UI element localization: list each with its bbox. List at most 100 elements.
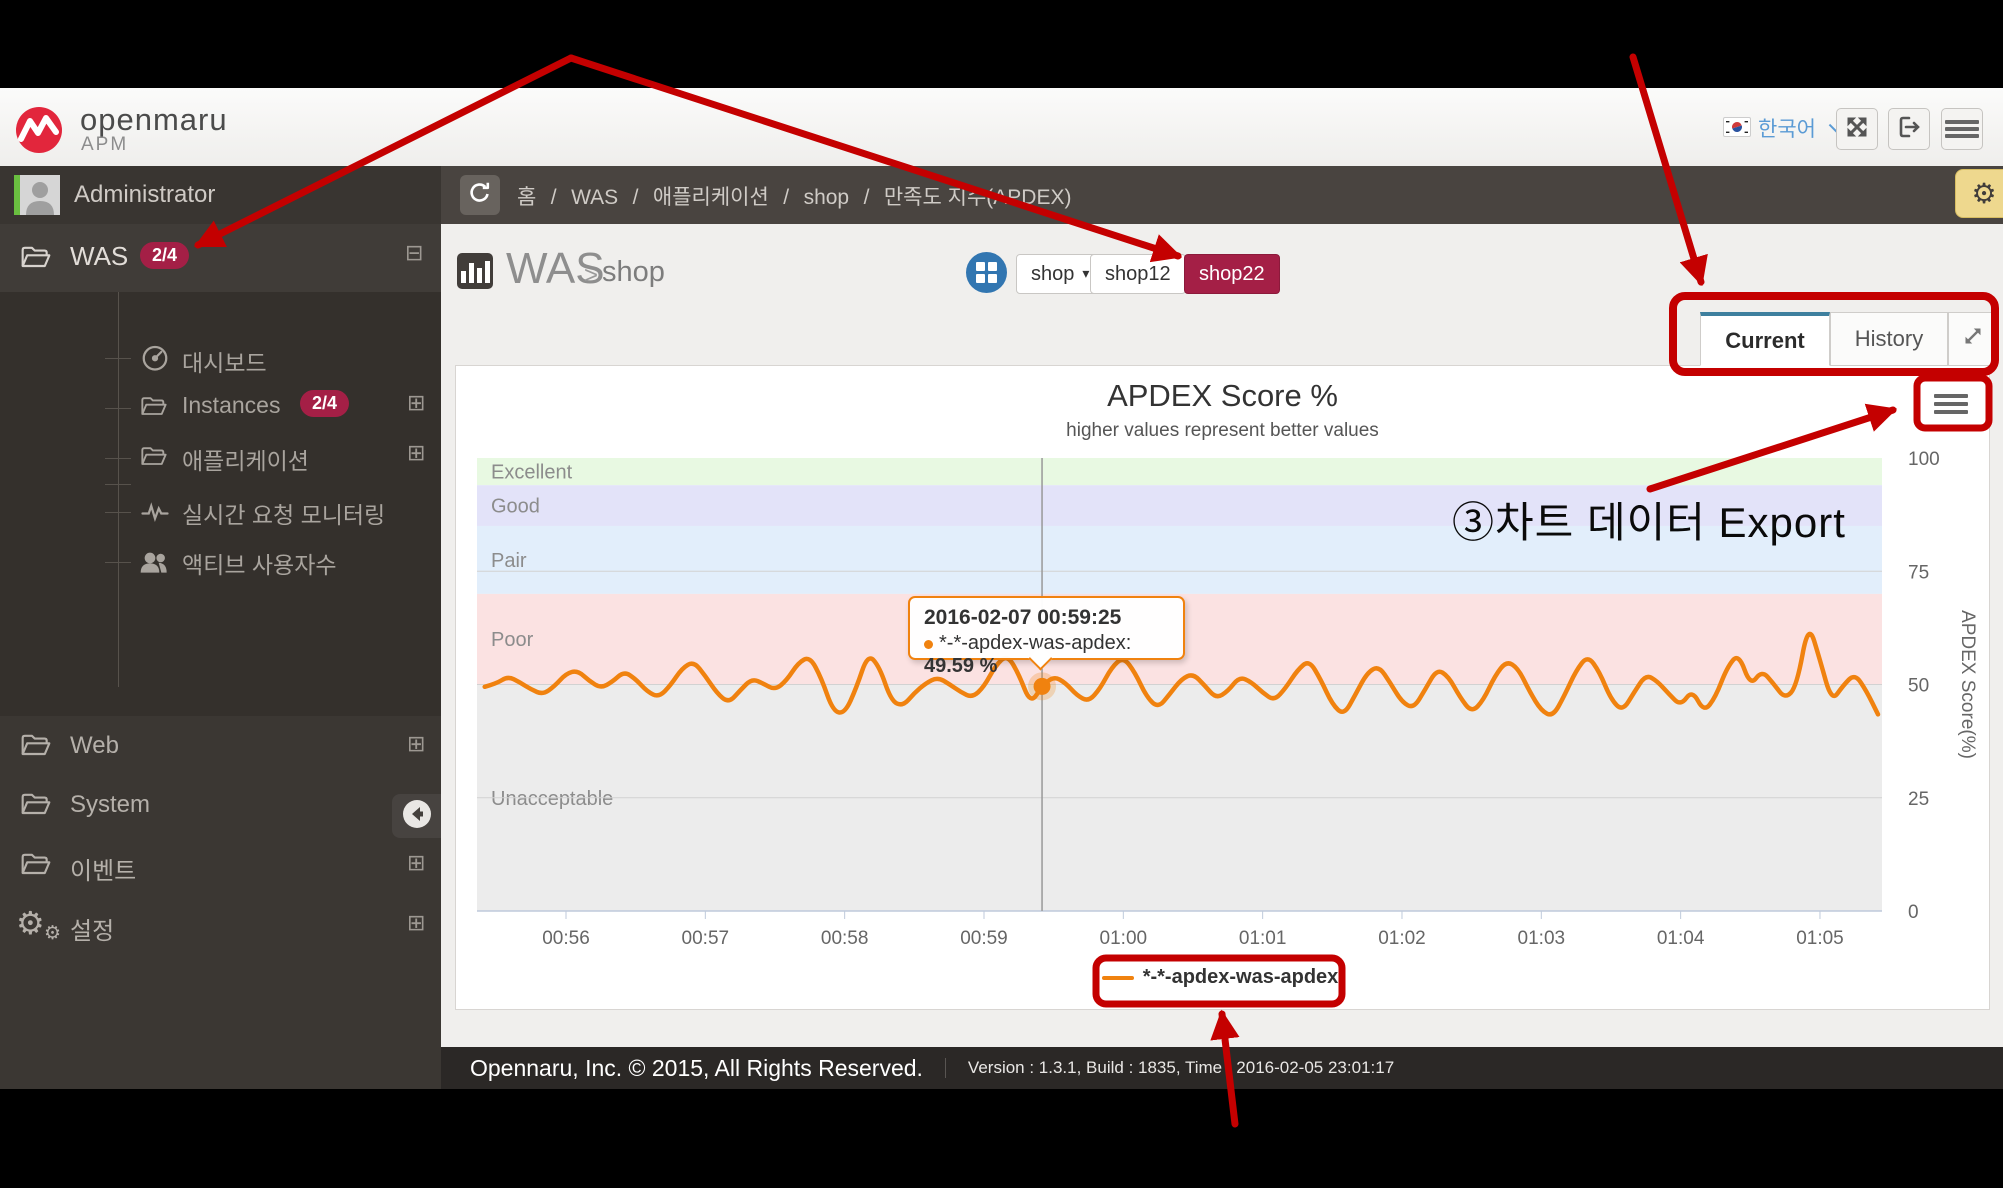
folder-open-icon (20, 849, 52, 886)
sign-out-icon (1897, 115, 1921, 144)
x-tick-label: 00:59 (960, 928, 1008, 949)
band-label: Good (491, 496, 540, 518)
server-grid-button[interactable] (966, 252, 1007, 293)
sidebar-item-label: WAS (70, 241, 129, 271)
hamburger-icon (1945, 117, 1979, 141)
sidebar: Administrator WAS 2/4 ⊟ 대시보드 Instances 2… (0, 166, 441, 1089)
x-tick-label: 00:57 (682, 928, 730, 949)
sidebar-collapse-button[interactable] (392, 794, 441, 838)
brand-name: openmaru (80, 102, 228, 137)
y-axis-title: APDEX Score(%) (1957, 610, 1978, 759)
tooltip-time: 2016-02-07 00:59:25 (924, 606, 1122, 629)
chart-legend-item[interactable]: *-*-apdex-was-apdex (1100, 966, 1340, 989)
tooltip-value: 49.59 % (924, 655, 998, 677)
band-excellent (477, 458, 1882, 486)
sidebar-item-events[interactable]: 이벤트 (70, 851, 136, 886)
breadcrumb-was[interactable]: WAS (571, 186, 618, 209)
y-tick-label: 100 (1908, 450, 1940, 470)
bar-chart-icon (457, 253, 493, 289)
expand-plus-icon[interactable]: ⊞ (407, 911, 425, 936)
refresh-button[interactable] (460, 175, 500, 215)
sidebar-item-realtime-monitoring[interactable]: 실시간 요청 모니터링 (182, 496, 385, 530)
breadcrumb-current-page: 만족도 지수(APDEX) (883, 186, 1072, 209)
arrow-left-circle-icon (402, 799, 432, 834)
apdex-line-chart: ExcellentGoodPairPoorUnacceptable00:56 00… (477, 450, 1978, 949)
band-label: Pair (491, 550, 527, 572)
x-tick-label: 01:00 (1100, 928, 1148, 949)
fullscreen-button[interactable] (1836, 108, 1878, 150)
sidebar-item-applications[interactable]: 애플리케이션 (182, 442, 309, 476)
openmaru-logo-icon (15, 106, 63, 154)
breadcrumb-applications[interactable]: 애플리케이션 (653, 186, 769, 209)
band-label: Poor (491, 629, 534, 651)
sidebar-item-was[interactable]: WAS 2/4 ⊟ (0, 224, 441, 293)
language-selector[interactable]: 한국어 (1758, 113, 1847, 143)
breadcrumb-home[interactable]: 홈 (517, 186, 536, 209)
folder-open-icon (140, 393, 168, 426)
y-tick-label: 25 (1908, 789, 1929, 810)
y-tick-label: 50 (1908, 676, 1929, 697)
folder-open-icon (20, 730, 52, 767)
expand-plus-icon[interactable]: ⊞ (407, 441, 425, 466)
page-subtitle: shop (602, 256, 665, 288)
chart-tooltip: 2016-02-07 00:59:25 *-*-apdex-was-apdex:… (908, 596, 1185, 677)
footer-version: Version : 1.3.1, Build : 1835, Time : 20… (944, 1058, 1394, 1078)
expand-diagonal-icon (1962, 325, 1984, 353)
x-tick-label: 01:01 (1239, 928, 1287, 949)
chart-title: APDEX Score % (1107, 378, 1338, 413)
footer: Opennaru, Inc. © 2015, All Rights Reserv… (441, 1047, 2003, 1089)
tab-history[interactable]: History (1830, 312, 1948, 366)
sidebar-item-settings[interactable]: 설정 (70, 911, 114, 946)
collapse-minus-icon[interactable]: ⊟ (405, 241, 423, 266)
x-tick-label: 01:02 (1378, 928, 1426, 949)
chart-export-menu-button[interactable] (1926, 386, 1976, 422)
arrows-expand-icon (1845, 115, 1869, 144)
x-tick-label: 00:56 (542, 928, 590, 949)
band-label: Unacceptable (491, 788, 613, 810)
instances-badge: 2/4 (300, 390, 350, 417)
app-header: openmaru APM 한국어 (0, 88, 2003, 167)
refresh-icon (468, 181, 492, 210)
series-dot-icon (924, 640, 933, 649)
korea-flag-icon (1723, 117, 1751, 137)
server-button-shop22[interactable]: shop22 (1184, 254, 1280, 294)
server-button-shop12[interactable]: shop12 (1090, 254, 1186, 294)
sidebar-item-system[interactable]: System (70, 791, 150, 819)
band-good (477, 485, 1882, 526)
language-label: 한국어 (1758, 118, 1816, 141)
expand-plus-icon[interactable]: ⊞ (407, 851, 425, 876)
footer-copyright: Opennaru, Inc. © 2015, All Rights Reserv… (470, 1054, 923, 1081)
was-badge: 2/4 (140, 242, 190, 269)
folder-open-icon (20, 242, 52, 279)
expand-plus-icon[interactable]: ⊞ (407, 732, 425, 757)
y-tick-label: 0 (1908, 902, 1919, 923)
legend-label: *-*-apdex-was-apdex (1142, 966, 1339, 988)
realtime-monitoring-icon (140, 496, 170, 531)
logout-button[interactable] (1888, 108, 1930, 150)
folder-open-icon (20, 789, 52, 826)
x-tick-label: 01:05 (1796, 928, 1844, 949)
expand-plus-icon[interactable]: ⊞ (407, 391, 425, 416)
header-menu-button[interactable] (1941, 108, 1983, 150)
sidebar-root-items: Web ⊞ System ⊞ 이벤트 ⊞ ⚙ ⚙ 설정 ⊞ (0, 556, 441, 956)
sidebar-user[interactable]: Administrator (0, 166, 441, 225)
y-tick-label: 75 (1908, 562, 1929, 583)
sidebar-item-instances[interactable]: Instances (182, 392, 280, 419)
breadcrumb: 홈 / WAS / 애플리케이션 / shop / 만족도 지수(APDEX) (517, 186, 1072, 209)
chart-subtitle: higher values represent better values (1066, 420, 1379, 441)
th-large-icon (976, 262, 997, 283)
caret-down-icon: ▾ (1082, 266, 1090, 282)
sidebar-item-dashboard[interactable]: 대시보드 (182, 344, 267, 378)
tab-expand-button[interactable] (1948, 312, 1998, 366)
sidebar-item-web[interactable]: Web (70, 732, 119, 760)
breadcrumb-bar: 홈 / WAS / 애플리케이션 / shop / 만족도 지수(APDEX) … (441, 166, 2003, 224)
dashboard-gauge-icon (140, 342, 170, 377)
gears-icon: ⚙ (16, 904, 45, 942)
folder-open-icon (140, 443, 168, 476)
band-pair (477, 525, 1882, 594)
x-tick-label: 01:04 (1657, 928, 1705, 949)
page-settings-button[interactable]: ⚙ (1955, 169, 2003, 218)
tab-current[interactable]: Current (1700, 312, 1830, 366)
band-label: Excellent (491, 462, 573, 484)
breadcrumb-shop[interactable]: shop (804, 186, 850, 209)
